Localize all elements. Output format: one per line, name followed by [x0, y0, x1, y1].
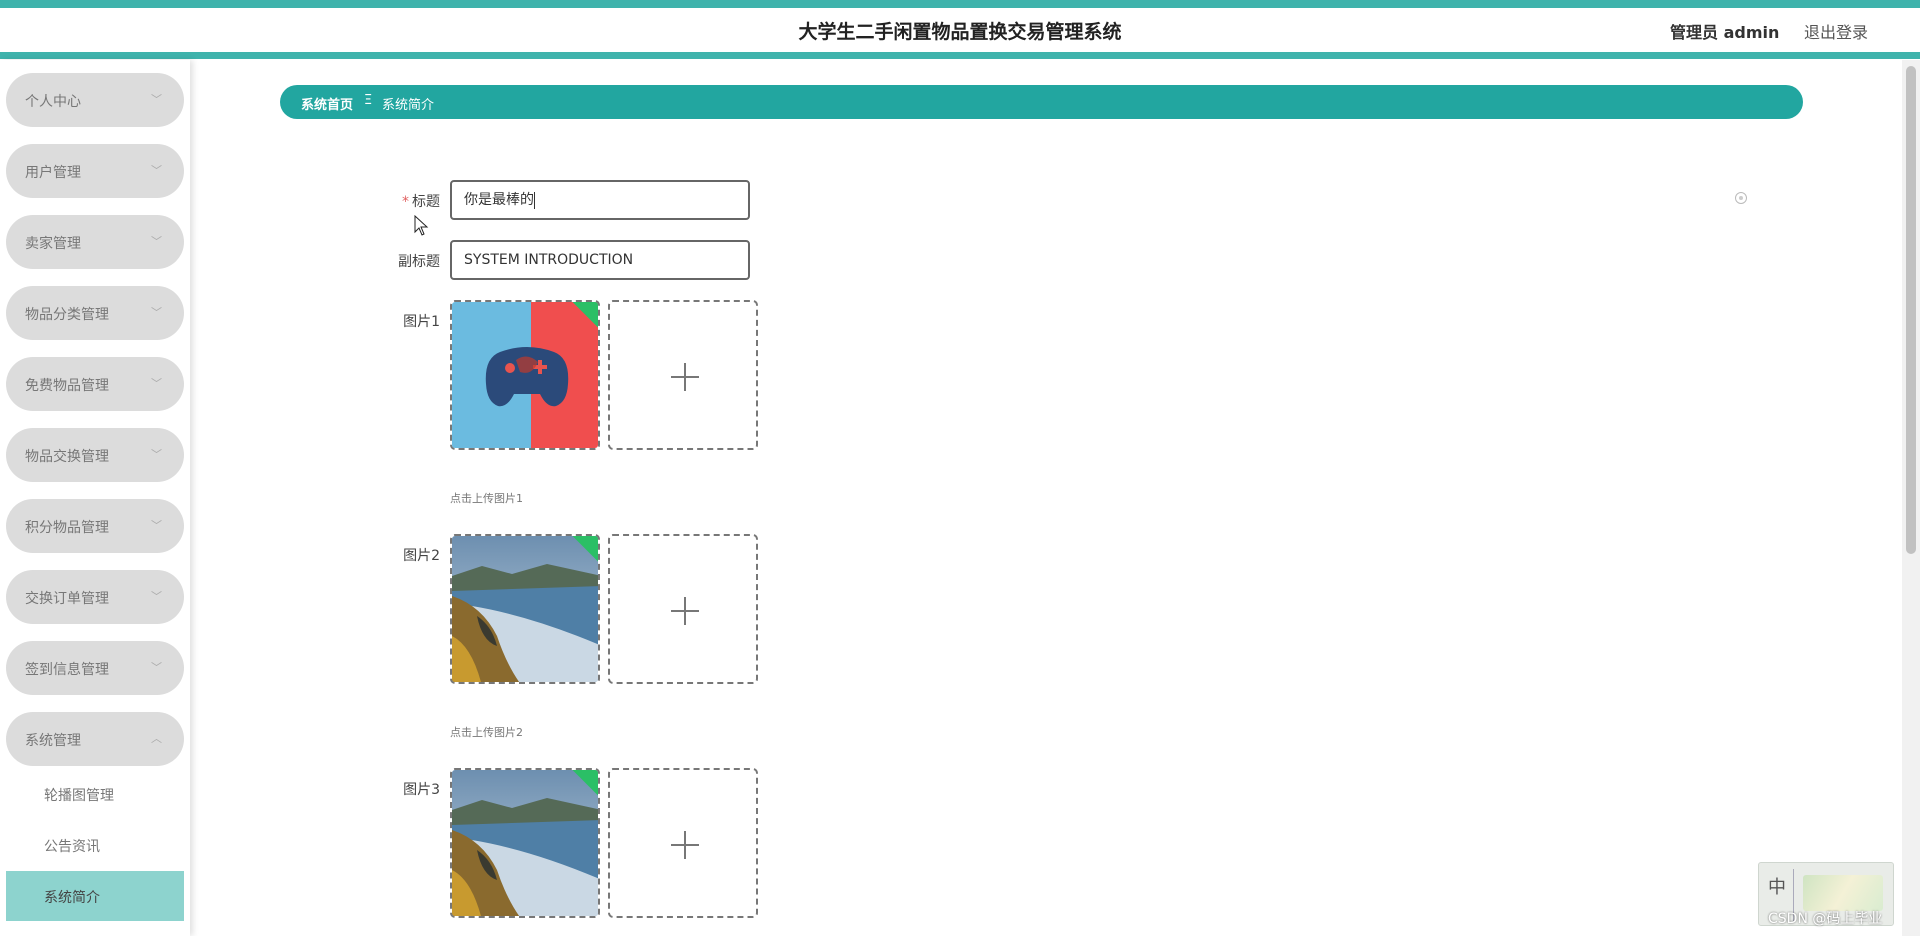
chevron-down-icon: ﹀ [151, 520, 162, 532]
chevron-up-icon: ︿ [151, 733, 162, 745]
subtitle-input[interactable]: SYSTEM INTRODUCTION [450, 240, 750, 280]
ime-mode-label: 中 [1768, 877, 1786, 898]
sidebar-subitem-label: 系统简介 [44, 890, 100, 906]
logout-link[interactable]: 退出登录 [1804, 19, 1868, 43]
gamepad-image [452, 302, 598, 448]
picture-2-upload-button[interactable] [608, 534, 758, 684]
sidebar-item-label: 系统管理 [25, 733, 81, 749]
breadcrumb: 系统首页 Ξ 系统简介 [280, 85, 1803, 119]
picture-2-thumbnail[interactable] [450, 534, 600, 684]
required-mark: * [402, 194, 409, 210]
coastline-photo [452, 536, 598, 682]
sidebar-subitem-carousel[interactable]: 轮播图管理 [6, 769, 184, 819]
chevron-down-icon: ﹀ [151, 591, 162, 603]
sidebar-item-label: 签到信息管理 [25, 662, 109, 678]
text-caret [534, 191, 535, 209]
sidebar-item-label: 积分物品管理 [25, 520, 109, 536]
plus-icon [684, 597, 686, 625]
sidebar-item-category-management[interactable]: 物品分类管理 ﹀ [6, 286, 184, 340]
sidebar: 个人中心 ﹀ 用户管理 ﹀ 卖家管理 ﹀ 物品分类管理 ﹀ 免费物品管理 ﹀ 物… [0, 60, 190, 936]
mouse-cursor-icon [414, 215, 429, 236]
sidebar-item-label: 交换订单管理 [25, 591, 109, 607]
chevron-down-icon: ﹀ [151, 165, 162, 177]
picture-2-hint: 点击上传图片2 [450, 726, 523, 739]
sidebar-item-label: 个人中心 [25, 94, 81, 110]
sidebar-item-seller-management[interactable]: 卖家管理 ﹀ [6, 215, 184, 269]
sidebar-item-label: 物品分类管理 [25, 307, 109, 323]
sidebar-subitem-label: 公告资讯 [44, 839, 100, 855]
sidebar-item-item-exchange[interactable]: 物品交换管理 ﹀ [6, 428, 184, 482]
breadcrumb-home[interactable]: 系统首页 [301, 94, 353, 113]
top-stripe [0, 0, 1920, 8]
title-label: * 标题 [360, 191, 440, 211]
plus-icon [684, 363, 686, 391]
subtitle-label: 副标题 [398, 254, 440, 270]
title-input-value: 你是最棒的 [464, 192, 534, 208]
subtitle-input-value: SYSTEM INTRODUCTION [464, 252, 634, 268]
watermark: CSDN @码上毕业 [1768, 911, 1883, 927]
chevron-down-icon: ﹀ [151, 236, 162, 248]
sidebar-subitem-announcements[interactable]: 公告资讯 [6, 820, 184, 870]
picture-3-label: 图片3 [403, 782, 440, 798]
coastline-photo [452, 770, 598, 916]
picture-3-upload-button[interactable] [608, 768, 758, 918]
sidebar-item-label: 免费物品管理 [25, 378, 109, 394]
sidebar-item-exchange-orders[interactable]: 交换订单管理 ﹀ [6, 570, 184, 624]
chevron-down-icon: ﹀ [151, 662, 162, 674]
picture-3-thumbnail[interactable] [450, 768, 600, 918]
chevron-down-icon: ﹀ [151, 378, 162, 390]
picture-2-label: 图片2 [403, 548, 440, 564]
sidebar-item-label: 用户管理 [25, 165, 81, 181]
sidebar-item-personal-center[interactable]: 个人中心 ﹀ [6, 73, 184, 127]
sidebar-item-points-items[interactable]: 积分物品管理 ﹀ [6, 499, 184, 553]
picture-1-label: 图片1 [403, 314, 440, 330]
app-title: 大学生二手闲置物品置换交易管理系统 [798, 21, 1122, 43]
sidebar-subitem-system-intro[interactable]: 系统简介 [6, 871, 184, 921]
breadcrumb-current: 系统简介 [382, 98, 435, 113]
chevron-down-icon: ﹀ [151, 449, 162, 461]
header-divider [0, 52, 1920, 59]
sidebar-subitem-label: 轮播图管理 [44, 788, 114, 804]
scrollbar-thumb[interactable] [1906, 66, 1916, 554]
chevron-down-icon: ﹀ [151, 307, 162, 319]
top-bar: 大学生二手闲置物品置换交易管理系统 管理员 admin 退出登录 [0, 0, 1920, 60]
sidebar-item-label: 卖家管理 [25, 236, 81, 252]
ime-skin-image [1803, 875, 1883, 911]
picture-1-hint: 点击上传图片1 [450, 492, 523, 505]
sidebar-item-user-management[interactable]: 用户管理 ﹀ [6, 144, 184, 198]
picture-1-upload-button[interactable] [608, 300, 758, 450]
page-scrollbar[interactable] [1902, 60, 1920, 936]
clear-icon[interactable] [1735, 192, 1747, 204]
title-input[interactable]: 你是最棒的 [450, 180, 750, 220]
chevron-down-icon: ﹀ [151, 94, 162, 106]
breadcrumb-separator-icon: Ξ [364, 93, 373, 108]
picture-1-thumbnail[interactable] [450, 300, 600, 450]
gamepad-icon [485, 347, 569, 407]
sidebar-item-checkin-info[interactable]: 签到信息管理 ﹀ [6, 641, 184, 695]
sidebar-item-system-management[interactable]: 系统管理 ︿ [6, 712, 184, 766]
sidebar-item-free-items[interactable]: 免费物品管理 ﹀ [6, 357, 184, 411]
sidebar-item-label: 物品交换管理 [25, 449, 109, 465]
plus-icon [684, 831, 686, 859]
current-user: 管理员 admin [1670, 23, 1780, 42]
title-label-text: 标题 [412, 194, 440, 210]
